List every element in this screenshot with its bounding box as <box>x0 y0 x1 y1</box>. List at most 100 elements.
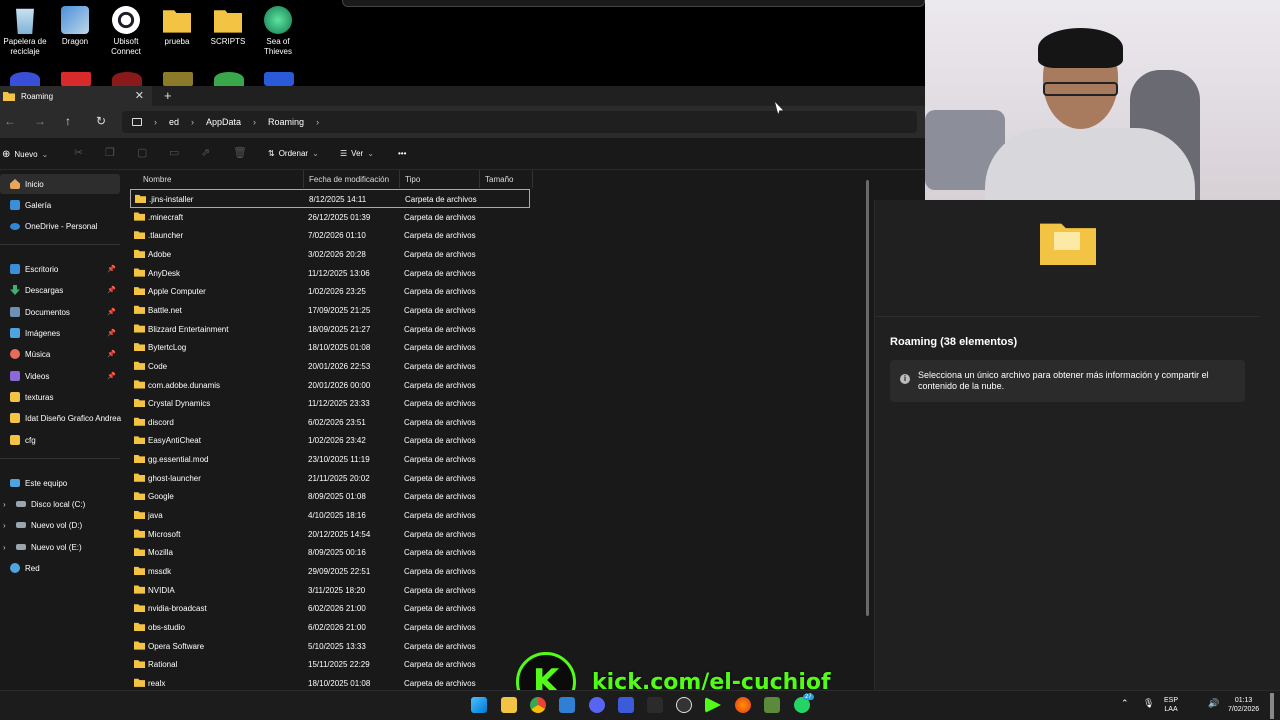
pin-icon[interactable]: 📌 <box>107 265 116 273</box>
sidebar-item-red[interactable]: Red <box>0 558 120 578</box>
file-row[interactable]: Blizzard Entertainment 18/09/2025 21:27 Ca… <box>130 320 530 339</box>
vertical-scrollbar[interactable] <box>866 180 869 616</box>
file-row[interactable]: discord 6/02/2026 23:51 Carpeta de archivo… <box>130 413 530 432</box>
up-icon[interactable]: ↑ <box>65 114 71 128</box>
file-row[interactable]: .minecraft 26/12/2025 01:39 Carpeta de arc… <box>130 208 530 227</box>
file-row[interactable]: Apple Computer 1/02/2026 23:25 Carpeta de … <box>130 282 530 301</box>
view-button[interactable]: ☰ Ver ⌄ <box>340 149 374 158</box>
column-header-date[interactable]: Fecha de modificación <box>304 170 400 188</box>
sidebar-item-vol-e[interactable]: › Nuevo vol (E:) <box>0 537 120 557</box>
delete-icon[interactable]: 🗑 <box>233 146 247 159</box>
language-indicator[interactable]: ESP LAA <box>1164 696 1178 714</box>
file-row[interactable]: java 4/10/2025 18:16 Carpeta de archivos <box>130 506 530 525</box>
file-row[interactable]: obs-studio 6/02/2026 21:00 Carpeta de arch… <box>130 618 530 637</box>
chrome-icon[interactable] <box>530 697 546 713</box>
chevron-right-icon[interactable]: › <box>316 117 319 127</box>
app-icon[interactable] <box>618 697 634 713</box>
sort-button[interactable]: ⇅ Ordenar ⌄ <box>268 149 319 158</box>
clock[interactable]: 01:13 7/02/2026 <box>1228 696 1259 714</box>
desktop-icon-scripts[interactable]: SCRIPTS <box>203 6 253 47</box>
desktop-icon-partial[interactable] <box>112 72 142 86</box>
sidebar-item-este-equipo[interactable]: Este equipo <box>0 473 120 493</box>
back-icon[interactable]: ← <box>4 114 16 128</box>
discord-icon[interactable] <box>589 697 605 713</box>
sidebar-item-descargas[interactable]: Descargas 📌 <box>0 280 120 300</box>
chevron-right-icon[interactable]: › <box>3 521 6 530</box>
pin-icon[interactable]: 📌 <box>107 372 116 380</box>
file-row[interactable]: Google 8/09/2025 01:08 Carpeta de archivos <box>130 487 530 506</box>
file-row[interactable]: mssdk 29/09/2025 22:51 Carpeta de archivos <box>130 562 530 581</box>
file-row[interactable]: EasyAntiCheat 1/02/2026 23:42 Carpeta de a… <box>130 431 530 450</box>
more-options-button[interactable]: ••• <box>398 149 406 158</box>
sidebar-item-musica[interactable]: Música 📌 <box>0 344 120 364</box>
cut-icon[interactable]: ✂ <box>74 146 83 159</box>
desktop-icon-ubisoft[interactable]: Ubisoft Connect <box>101 6 151 57</box>
desktop-icon-sea-of-thieves[interactable]: Sea of Thieves <box>253 6 303 57</box>
show-desktop-button[interactable] <box>1270 693 1274 719</box>
refresh-icon[interactable]: ↻ <box>96 114 106 128</box>
breadcrumb[interactable]: › ed › AppData › Roaming › <box>122 111 917 133</box>
file-row[interactable]: Mozilla 8/09/2025 00:16 Carpeta de archivo… <box>130 543 530 562</box>
copy-icon[interactable]: ❐ <box>105 146 115 159</box>
file-row[interactable]: .tlauncher 7/02/2026 01:10 Carpeta de arch… <box>130 226 530 245</box>
new-tab-button[interactable]: + <box>164 88 172 103</box>
sidebar-item-idat[interactable]: Idat Diseño Grafico Andrea <box>0 408 121 428</box>
desktop-icon-recycle-bin[interactable]: Papelera de reciclaje <box>0 6 50 57</box>
sidebar-item-vol-d[interactable]: › Nuevo vol (D:) <box>0 515 120 535</box>
chevron-right-icon[interactable]: › <box>3 543 6 552</box>
column-header-size[interactable]: Tamaño <box>480 170 533 188</box>
sidebar-item-cfg[interactable]: cfg <box>0 430 120 450</box>
app-icon[interactable] <box>647 697 663 713</box>
new-button[interactable]: ⊕ Nuevo ⌄ <box>2 149 48 160</box>
file-row[interactable]: Rational 15/11/2025 22:29 Carpeta de archi… <box>130 655 530 674</box>
file-row[interactable]: NVIDIA 3/11/2025 18:20 Carpeta de archivos <box>130 581 530 600</box>
file-row[interactable]: Battle.net 17/09/2025 21:25 Carpeta de arc… <box>130 301 530 320</box>
sidebar-item-onedrive[interactable]: OneDrive - Personal <box>0 216 120 236</box>
column-header-type[interactable]: Tipo <box>400 170 480 188</box>
column-header-name[interactable]: Nombre <box>138 170 304 188</box>
pin-icon[interactable]: 📌 <box>107 350 116 358</box>
desktop-icon-partial[interactable] <box>214 72 244 86</box>
file-row[interactable]: Adobe 3/02/2026 20:28 Carpeta de archivos <box>130 245 530 264</box>
desktop-icon-partial[interactable] <box>10 72 40 86</box>
desktop-icon-dragon[interactable]: Dragon <box>50 6 100 47</box>
windows-start-icon[interactable] <box>471 697 487 713</box>
sidebar-item-galeria[interactable]: Galería <box>0 195 120 215</box>
chevron-up-icon[interactable]: ⌃ <box>1121 699 1129 708</box>
chevron-right-icon[interactable]: › <box>253 117 256 127</box>
microphone-icon[interactable]: 🎙 <box>1143 699 1154 708</box>
file-row[interactable]: gg.essential.mod 23/10/2025 11:19 Carpeta … <box>130 450 530 469</box>
obs-icon[interactable] <box>676 697 692 713</box>
pin-icon[interactable]: 📌 <box>107 329 116 337</box>
vscode-icon[interactable] <box>559 697 575 713</box>
volume-icon[interactable]: 🔊 <box>1208 699 1219 708</box>
sidebar-item-disco-c[interactable]: › Disco local (C:) <box>0 494 120 514</box>
forward-icon[interactable]: → <box>34 114 46 128</box>
file-row[interactable]: Crystal Dynamics 11/12/2025 23:33 Carpeta … <box>130 394 530 413</box>
file-row[interactable]: Code 20/01/2026 22:53 Carpeta de archivos <box>130 357 530 376</box>
file-row[interactable]: Opera Software 5/10/2025 13:33 Carpeta de … <box>130 637 530 656</box>
desktop-icon-prueba[interactable]: prueba <box>152 6 202 47</box>
sidebar-item-texturas[interactable]: texturas <box>0 387 120 407</box>
sidebar-item-imagenes[interactable]: Imágenes 📌 <box>0 323 120 343</box>
sidebar-item-videos[interactable]: Videos 📌 <box>0 366 120 386</box>
file-row[interactable]: Microsoft 20/12/2025 14:54 Carpeta de arch… <box>130 525 530 544</box>
file-row[interactable]: BytertcLog 18/10/2025 01:08 Carpeta de arc… <box>130 338 530 357</box>
firefox-icon[interactable] <box>735 697 751 713</box>
pin-icon[interactable]: 📌 <box>107 308 116 316</box>
pin-icon[interactable]: 📌 <box>107 286 116 294</box>
desktop-icon-partial[interactable] <box>163 72 193 86</box>
paste-icon[interactable]: ▢ <box>137 146 147 159</box>
chevron-right-icon[interactable]: › <box>3 500 6 509</box>
sidebar-item-documentos[interactable]: Documentos 📌 <box>0 302 120 322</box>
chevron-right-icon[interactable]: › <box>154 117 157 127</box>
file-row[interactable]: .jins-installer 8/12/2025 14:11 Carpeta de… <box>130 189 530 208</box>
chevron-right-icon[interactable]: › <box>191 117 194 127</box>
desktop-icon-partial[interactable] <box>264 72 294 86</box>
close-tab-icon[interactable]: ✕ <box>135 89 144 102</box>
file-row[interactable]: com.adobe.dunamis 20/01/2026 00:00 Carpeta… <box>130 376 530 395</box>
rename-icon[interactable]: ▭ <box>169 146 179 159</box>
tab-roaming[interactable]: Roaming ✕ <box>0 86 152 106</box>
kick-app-icon[interactable] <box>705 697 721 713</box>
breadcrumb-item[interactable]: ed <box>169 117 179 127</box>
